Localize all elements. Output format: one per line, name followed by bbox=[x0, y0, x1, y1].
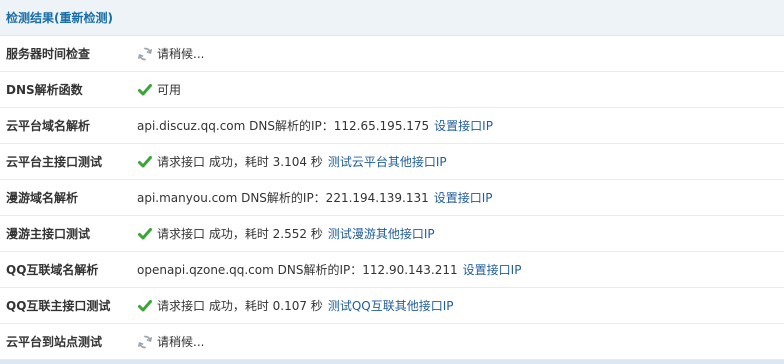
loading-spinner-icon bbox=[137, 46, 153, 62]
status-text: 请稍候... bbox=[157, 47, 205, 61]
row-value: 请稍候... bbox=[130, 333, 784, 350]
row-value: api.discuz.qq.com DNS解析的IP：112.65.195.17… bbox=[130, 117, 784, 134]
row-value: openapi.qzone.qq.com DNS解析的IP：112.90.143… bbox=[130, 261, 784, 278]
check-icon bbox=[137, 154, 153, 170]
test-other-api-ip-link[interactable]: 测试云平台其他接口IP bbox=[328, 153, 447, 170]
results-table: 服务器时间检查 请稍候... DNS解析函数 可用 云平台域名解析 api.di… bbox=[0, 36, 784, 360]
row-value: 请求接口 成功，耗时 0.107 秒 测试QQ互联其他接口IP bbox=[130, 297, 784, 314]
row-value: 请稍候... bbox=[130, 45, 784, 62]
row-value: 可用 bbox=[130, 81, 784, 98]
row-label: 漫游域名解析 bbox=[6, 191, 79, 205]
table-row: 漫游主接口测试 请求接口 成功，耗时 2.552 秒 测试漫游其他接口IP bbox=[0, 216, 784, 252]
check-results-panel: 检测结果(重新检测) 服务器时间检查 请稍候... DNS解析函数 可用 云平台… bbox=[0, 0, 784, 364]
status-text: api.discuz.qq.com DNS解析的IP：112.65.195.17… bbox=[137, 119, 430, 133]
status-text: api.manyou.com DNS解析的IP：221.194.139.131 bbox=[137, 191, 429, 205]
status-text: 请稍候... bbox=[157, 335, 205, 349]
table-row: 云平台到站点测试 请稍候... bbox=[0, 324, 784, 360]
row-label: QQ互联主接口测试 bbox=[6, 299, 111, 313]
row-label: 云平台域名解析 bbox=[6, 119, 91, 133]
table-row: 漫游域名解析 api.manyou.com DNS解析的IP：221.194.1… bbox=[0, 180, 784, 216]
row-label: QQ互联域名解析 bbox=[6, 263, 99, 277]
row-label: 服务器时间检查 bbox=[6, 47, 91, 61]
row-value: api.manyou.com DNS解析的IP：221.194.139.131 … bbox=[130, 189, 784, 206]
status-text: 请求接口 成功，耗时 3.104 秒 bbox=[157, 155, 323, 169]
set-api-ip-link[interactable]: 设置接口IP bbox=[434, 117, 493, 134]
status-text: 请求接口 成功，耗时 2.552 秒 bbox=[157, 227, 323, 241]
set-api-ip-link[interactable]: 设置接口IP bbox=[463, 261, 522, 278]
table-row: 云平台主接口测试 请求接口 成功，耗时 3.104 秒 测试云平台其他接口IP bbox=[0, 144, 784, 180]
loading-spinner-icon bbox=[137, 334, 153, 350]
check-icon bbox=[137, 226, 153, 242]
status-text: 请求接口 成功，耗时 0.107 秒 bbox=[157, 299, 323, 313]
table-row: 服务器时间检查 请稍候... bbox=[0, 36, 784, 72]
row-value: 请求接口 成功，耗时 2.552 秒 测试漫游其他接口IP bbox=[130, 225, 784, 242]
panel-header[interactable]: 检测结果(重新检测) bbox=[0, 0, 784, 36]
table-row: 云平台域名解析 api.discuz.qq.com DNS解析的IP：112.6… bbox=[0, 108, 784, 144]
test-other-api-ip-link[interactable]: 测试QQ互联其他接口IP bbox=[328, 297, 454, 314]
panel-footer-strip bbox=[0, 360, 784, 364]
row-label: 漫游主接口测试 bbox=[6, 227, 91, 241]
set-api-ip-link[interactable]: 设置接口IP bbox=[434, 189, 493, 206]
table-row: DNS解析函数 可用 bbox=[0, 72, 784, 108]
row-label: DNS解析函数 bbox=[6, 83, 83, 97]
status-text: 可用 bbox=[157, 83, 182, 97]
row-label: 云平台主接口测试 bbox=[6, 155, 103, 169]
status-text: openapi.qzone.qq.com DNS解析的IP：112.90.143… bbox=[137, 263, 458, 277]
panel-title[interactable]: 检测结果(重新检测) bbox=[6, 11, 113, 25]
row-label: 云平台到站点测试 bbox=[6, 335, 103, 349]
check-icon bbox=[137, 298, 153, 314]
check-icon bbox=[137, 82, 153, 98]
table-row: QQ互联域名解析 openapi.qzone.qq.com DNS解析的IP：1… bbox=[0, 252, 784, 288]
table-row: QQ互联主接口测试 请求接口 成功，耗时 0.107 秒 测试QQ互联其他接口I… bbox=[0, 288, 784, 324]
test-other-api-ip-link[interactable]: 测试漫游其他接口IP bbox=[328, 225, 435, 242]
row-value: 请求接口 成功，耗时 3.104 秒 测试云平台其他接口IP bbox=[130, 153, 784, 170]
